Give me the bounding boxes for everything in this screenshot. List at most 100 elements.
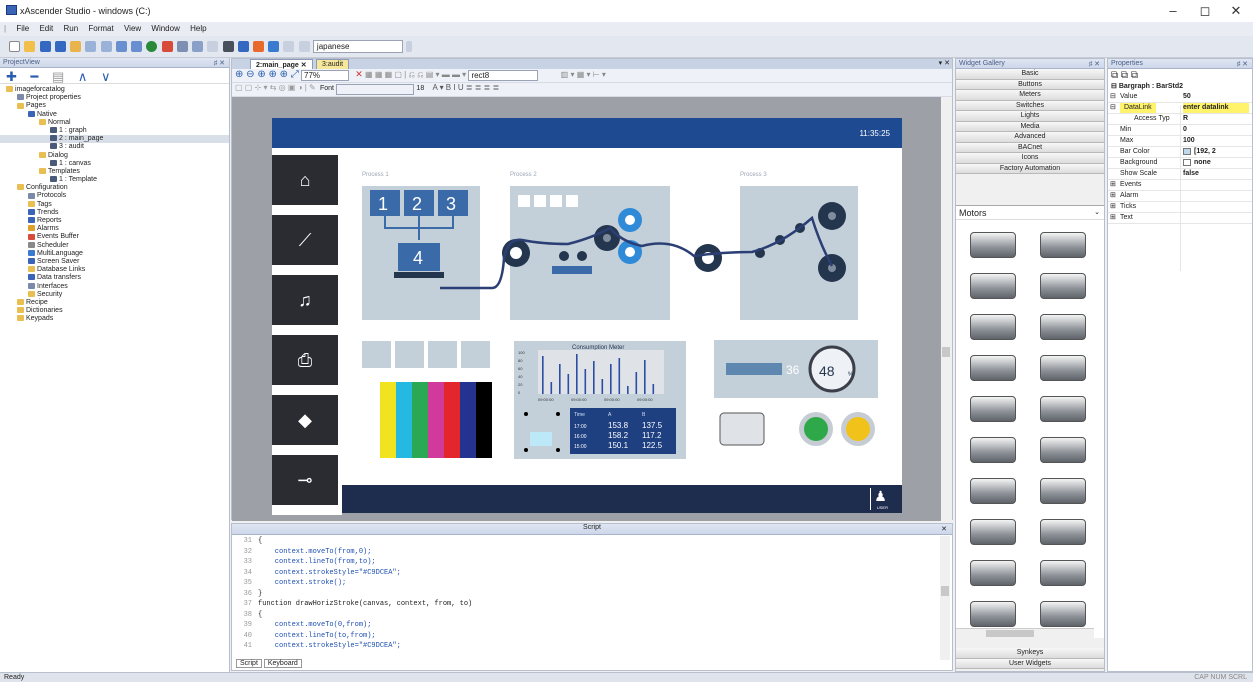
tree-item[interactable]: 2 : main_page — [0, 135, 229, 144]
tree-item[interactable]: Keypads — [0, 315, 229, 323]
zoom-icons[interactable]: ⊕ ⊖ ⊕ ⊕ ⊕ ⤢ — [235, 69, 299, 80]
save-icon[interactable] — [39, 41, 51, 52]
tree-item[interactable]: Trends — [0, 209, 229, 217]
canvas-scrollbar[interactable] — [941, 97, 952, 521]
widget-category[interactable]: Advanced — [956, 132, 1104, 143]
stop-icon[interactable] — [207, 41, 219, 52]
properties-icon[interactable]: ▤ — [52, 69, 64, 84]
text-format-icons[interactable]: A ▾ B I U ≣ ≣ ≣ ≣ — [432, 83, 499, 92]
printer-icon[interactable]: ⎙ — [272, 335, 338, 385]
close-tab-icon[interactable]: ✕ — [301, 62, 307, 69]
tree-item[interactable]: Normal — [0, 119, 229, 127]
settings-icon[interactable] — [237, 41, 249, 52]
properties-toolbar-icons[interactable]: ⧉ ⧉ ⧉ — [1108, 69, 1252, 81]
tree-item[interactable]: Recipe — [0, 299, 229, 307]
trend-icon[interactable]: ⟋ — [272, 215, 338, 265]
tree-item[interactable]: Native — [0, 111, 229, 119]
tree-item[interactable]: 1 : graph — [0, 127, 229, 135]
color-swatch[interactable] — [1183, 158, 1191, 166]
cube-icon[interactable]: ◆ — [272, 395, 338, 445]
property-value-cell[interactable]: false — [1183, 169, 1199, 179]
properties-pin-close[interactable]: ♯ ✕ — [1237, 60, 1248, 68]
distribute-icons[interactable]: ▥ ▾ ▦ ▾ ⊢ ▾ — [561, 70, 606, 79]
tree-item[interactable]: Project properties — [0, 94, 229, 102]
widget-category[interactable]: Basic — [956, 69, 1104, 80]
tree-item[interactable]: 1 : canvas — [0, 160, 229, 168]
property-value-cell[interactable]: R — [1183, 114, 1188, 124]
motor-widget-thumbnail[interactable] — [1040, 355, 1086, 381]
motor-widget[interactable] — [719, 412, 765, 446]
tab-script[interactable]: Script — [236, 659, 262, 668]
tree-item[interactable]: Database Links — [0, 266, 229, 274]
motor-widget-thumbnail[interactable] — [1040, 232, 1086, 258]
move-up-icon[interactable]: ∧ — [78, 69, 88, 84]
add-icon[interactable]: ✚ — [6, 69, 17, 84]
undo-icon[interactable] — [115, 41, 127, 52]
widget-category[interactable]: Buttons — [956, 79, 1104, 90]
maximize-button[interactable]: ◻ — [1190, 2, 1220, 20]
motor-widget-thumbnail[interactable] — [1040, 560, 1086, 586]
help-icon[interactable] — [268, 41, 280, 52]
new-icon[interactable] — [9, 41, 21, 52]
minimize-button[interactable]: – — [1158, 2, 1188, 20]
grid-icon[interactable] — [222, 41, 234, 52]
object-select[interactable]: rect8 — [468, 70, 539, 81]
save-all-icon[interactable] — [54, 41, 66, 52]
redo-icon[interactable] — [131, 41, 143, 52]
tree-item[interactable]: Security — [0, 291, 229, 299]
motor-widget-thumbnail[interactable] — [1040, 437, 1086, 463]
tree-item[interactable]: MultiLanguage — [0, 250, 229, 258]
motor-widget-thumbnail[interactable] — [970, 314, 1016, 340]
property-value-cell[interactable]: enter datalink — [1183, 103, 1249, 113]
code-editor[interactable]: 31{32 context.moveTo(from,0); 33 context.… — [232, 536, 938, 660]
menu-format[interactable]: Format — [84, 22, 117, 35]
user-widgets-category[interactable]: User Widgets — [956, 658, 1104, 669]
property-value-cell[interactable]: [192, 2 — [1183, 147, 1216, 157]
build-icon[interactable] — [161, 41, 173, 52]
property-value-cell[interactable]: 50 — [1183, 92, 1191, 102]
motor-widget-thumbnail[interactable] — [1040, 519, 1086, 545]
copy-icon[interactable] — [85, 41, 97, 52]
widget-category[interactable]: Icons — [956, 153, 1104, 164]
tree-item[interactable]: Scheduler — [0, 242, 229, 250]
tree-item[interactable]: Templates — [0, 168, 229, 176]
script-close-icon[interactable]: ✕ — [941, 525, 947, 533]
motor-widget-thumbnail[interactable] — [1040, 396, 1086, 422]
network-icon[interactable]: ⊸ — [272, 455, 338, 505]
format-icons[interactable]: ▢ ▢ ⊹ ▾ ⇆ ◎ ▣ ◑ | ✎ — [235, 83, 316, 92]
tree-item[interactable]: Data transfers — [0, 274, 229, 282]
collapse-icon[interactable]: ⊟ — [1111, 83, 1119, 90]
motor-widget-thumbnail[interactable] — [1040, 273, 1086, 299]
tree-item[interactable]: Reports — [0, 217, 229, 225]
motor-widget-thumbnail[interactable] — [1040, 314, 1086, 340]
widget-category[interactable]: BACnet — [956, 142, 1104, 153]
motors-category-select[interactable]: Motors ⌄ — [956, 206, 1104, 220]
script-scrollbar[interactable] — [940, 536, 950, 660]
motor-widget-thumbnail[interactable] — [970, 437, 1016, 463]
tree-item[interactable]: Interfaces — [0, 283, 229, 291]
property-value-cell[interactable]: none — [1183, 158, 1211, 168]
motor-widget-thumbnail[interactable] — [1040, 478, 1086, 504]
language-icon[interactable] — [252, 41, 264, 52]
menu-edit[interactable]: Edit — [35, 22, 57, 35]
color-swatch[interactable] — [1183, 147, 1191, 155]
tree-item[interactable]: Alarms — [0, 225, 229, 233]
menu-view[interactable]: View — [120, 22, 145, 35]
motor-widget-thumbnail[interactable] — [970, 396, 1016, 422]
alarm-bell-icon[interactable]: ♫ — [272, 275, 338, 325]
tab-keyboard[interactable]: Keyboard — [263, 659, 302, 668]
delete-icon[interactable]: ✕ — [355, 69, 363, 79]
panel-pin-close[interactable]: ♯ ✕ — [214, 59, 225, 67]
widget-category[interactable]: Meters — [956, 90, 1104, 101]
tree-item[interactable]: Dialog — [0, 152, 229, 160]
tree-item[interactable]: Screen Saver — [0, 258, 229, 266]
widget-category[interactable]: Media — [956, 121, 1104, 132]
yellow-light-icon[interactable] — [846, 417, 870, 441]
widget-gallery-pin-close[interactable]: ♯ ✕ — [1089, 60, 1100, 68]
motor-widget-thumbnail[interactable] — [970, 478, 1016, 504]
motor-widget-thumbnail[interactable] — [970, 232, 1016, 258]
motor-widget-thumbnail[interactable] — [970, 560, 1016, 586]
tree-item[interactable]: Dictionaries — [0, 307, 229, 315]
align-icons[interactable]: ▦ ▦ ▦ ▢ | ⎌ ⎌ ▤ ▾ ▬ ▬ ▾ — [365, 70, 466, 79]
bargraph-widget[interactable] — [726, 363, 782, 375]
